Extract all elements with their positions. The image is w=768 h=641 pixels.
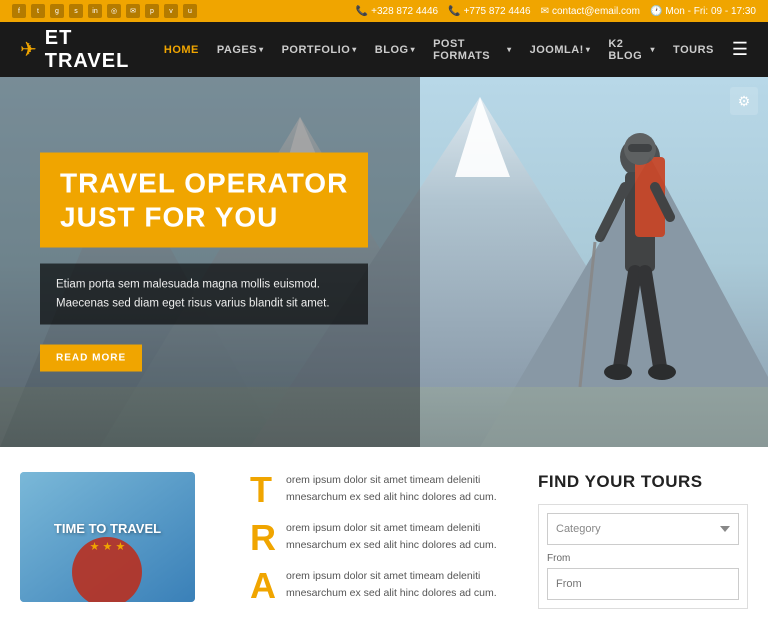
read-more-button[interactable]: READ MORE	[40, 344, 142, 371]
card-text: TIME TO TRAVEL	[54, 521, 161, 536]
hero-title: TRAVEL OPERATOR JUST FOR YOU	[60, 167, 348, 234]
social-icon-pinterest[interactable]: p	[145, 4, 159, 18]
phone1: 📞 +328 872 4446	[356, 6, 438, 17]
nav-tours[interactable]: TOURS	[665, 38, 722, 62]
social-icon-facebook[interactable]: f	[12, 4, 26, 18]
header: ✈ ET TRAVEL HOME PAGES ▾ PORTFOLIO ▾ BLO…	[0, 22, 768, 77]
email-icon: ✉	[541, 6, 549, 17]
find-tours-title: FIND YOUR TOURS	[538, 472, 748, 492]
plane-icon: ✈	[20, 37, 37, 62]
logo-text: ET TRAVEL	[45, 27, 156, 73]
nav-post-formats[interactable]: POST FORMATS ▾	[425, 32, 520, 68]
social-icon-mail[interactable]: ✉	[126, 4, 140, 18]
social-icon-instagram[interactable]: ◎	[107, 4, 121, 18]
social-icon-linkedin[interactable]: in	[88, 4, 102, 18]
chevron-down-icon: ▾	[507, 45, 512, 54]
article-content: T orem ipsum dolor sit amet timeam delen…	[240, 472, 518, 616]
contact-info: 📞 +328 872 4446 📞 +775 872 4446 ✉ contac…	[356, 6, 756, 17]
phone2: 📞 +775 872 4446	[448, 6, 530, 17]
drop-cap-r: R	[250, 520, 278, 556]
find-tours-panel: FIND YOUR TOURS Category Adventure Beach…	[538, 472, 748, 616]
category-select[interactable]: Category Adventure Beach Cultural	[547, 513, 739, 545]
travel-card[interactable]: TIME TO TRAVEL ★ ★ ★	[20, 472, 195, 602]
nav-joomla[interactable]: JOOMLA! ▾	[522, 38, 599, 62]
top-bar: f t g s in ◎ ✉ p v u 📞 +328 872 4446 📞 +…	[0, 0, 768, 22]
hero-description-box: Etiam porta sem malesuada magna mollis e…	[40, 264, 368, 325]
nav-home[interactable]: HOME	[156, 38, 207, 62]
main-nav: HOME PAGES ▾ PORTFOLIO ▾ BLOG ▾ POST FOR…	[156, 32, 748, 68]
hero-section: ⚙ TRAVEL OPERATOR JUST FOR YOU Etiam por…	[0, 77, 768, 447]
from-input[interactable]	[547, 568, 739, 600]
chevron-down-icon: ▾	[651, 45, 656, 54]
hamburger-menu-icon[interactable]: ☰	[732, 39, 748, 60]
phone-icon: 📞	[356, 6, 368, 17]
hero-title-box: TRAVEL OPERATOR JUST FOR YOU	[40, 153, 368, 248]
social-icon-extra[interactable]: u	[183, 4, 197, 18]
article-paragraph-1: T orem ipsum dolor sit amet timeam delen…	[250, 472, 508, 508]
find-tours-form: Category Adventure Beach Cultural From	[538, 504, 748, 609]
chevron-down-icon: ▾	[411, 45, 416, 54]
gear-icon: ⚙	[738, 93, 751, 110]
nav-blog[interactable]: BLOG ▾	[367, 38, 423, 62]
hours: 🕐 Mon - Fri: 09 - 17:30	[650, 6, 756, 17]
chevron-down-icon: ▾	[259, 45, 264, 54]
paragraph-text-2: orem ipsum dolor sit amet timeam delenit…	[286, 520, 508, 556]
hero-description: Etiam porta sem malesuada magna mollis e…	[56, 276, 352, 313]
travel-card-container: TIME TO TRAVEL ★ ★ ★	[20, 472, 220, 616]
paragraph-text-1: orem ipsum dolor sit amet timeam delenit…	[286, 472, 508, 508]
hero-content: TRAVEL OPERATOR JUST FOR YOU Etiam porta…	[40, 153, 368, 372]
card-background	[20, 472, 195, 602]
bottom-section: TIME TO TRAVEL ★ ★ ★ T orem ipsum dolor …	[0, 447, 768, 641]
paragraph-text-3: orem ipsum dolor sit amet timeam delenit…	[286, 568, 508, 604]
chevron-down-icon: ▾	[586, 45, 591, 54]
drop-cap-a: A	[250, 568, 278, 604]
settings-gear-button[interactable]: ⚙	[730, 87, 758, 115]
social-icon-google[interactable]: g	[50, 4, 64, 18]
card-stars: ★ ★ ★	[90, 540, 126, 553]
nav-k2blog[interactable]: K2 BLOG ▾	[600, 32, 663, 68]
chevron-down-icon: ▾	[352, 45, 357, 54]
drop-cap-t: T	[250, 472, 278, 508]
article-paragraph-3: A orem ipsum dolor sit amet timeam delen…	[250, 568, 508, 604]
social-icon-stumble[interactable]: s	[69, 4, 83, 18]
clock-icon: 🕐	[650, 6, 662, 17]
nav-pages[interactable]: PAGES ▾	[209, 38, 272, 62]
phone2-icon: 📞	[448, 6, 460, 17]
article-paragraph-2: R orem ipsum dolor sit amet timeam delen…	[250, 520, 508, 556]
logo[interactable]: ✈ ET TRAVEL	[20, 27, 156, 73]
social-icon-vine[interactable]: v	[164, 4, 178, 18]
nav-portfolio[interactable]: PORTFOLIO ▾	[274, 38, 365, 62]
social-icons-group: f t g s in ◎ ✉ p v u	[12, 4, 197, 18]
email: ✉ contact@email.com	[541, 6, 640, 17]
social-icon-twitter[interactable]: t	[31, 4, 45, 18]
from-label: From	[547, 553, 739, 564]
